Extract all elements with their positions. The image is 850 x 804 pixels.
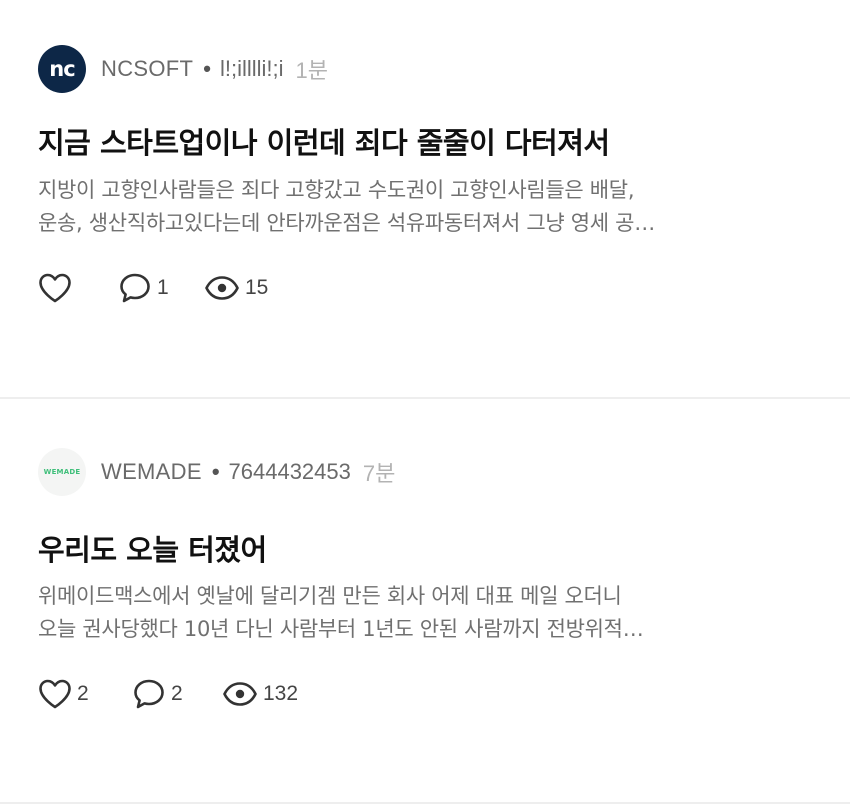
post-preview-line: 운송, 생산직하고있다는데 안타까운점은 석유파동터져서 그냥 영세 공… [38, 211, 655, 235]
post-title[interactable]: 지금 스타트업이나 이런데 죄다 줄줄이 다터져서 [38, 123, 812, 163]
post-card[interactable]: WEMADE WEMADE • 7644432453 7분 우리도 오늘 터졌어… [0, 448, 850, 804]
comment-button[interactable]: 1 [118, 272, 204, 304]
view-count: 132 [263, 682, 299, 705]
view-count-indicator: 15 [204, 275, 268, 301]
eye-icon [223, 682, 257, 706]
company-name[interactable]: WEMADE [101, 459, 202, 485]
eye-icon [205, 276, 239, 300]
post-preview[interactable]: 지방이 고향인사람들은 죄다 고향갔고 수도권이 고향인사림들은 배달, 운송,… [38, 174, 818, 240]
speech-bubble-icon [134, 679, 164, 709]
author-name[interactable]: l!;illlli!;i [220, 56, 284, 82]
post-meta: NCSOFT • l!;illlli!;i 1분 [101, 53, 328, 85]
post-title[interactable]: 우리도 오늘 터졌어 [38, 530, 812, 570]
post-preview-line: 오늘 권사당했다 10년 다닌 사람부터 1년도 안된 사람까지 전방위적… [38, 617, 644, 641]
company-name[interactable]: NCSOFT [101, 56, 193, 82]
speech-bubble-icon [120, 273, 150, 303]
wemade-logo-icon: WEMADE [43, 467, 81, 476]
post-preview[interactable]: 위메이드맥스에서 옛날에 달리기겜 만든 회사 어제 대표 메일 오더니 오늘 … [38, 580, 818, 646]
post-preview-line: 지방이 고향인사람들은 죄다 고향갔고 수도권이 고향인사림들은 배달, [38, 178, 635, 202]
heart-outline-icon [39, 679, 71, 709]
heart-outline-icon [39, 273, 71, 303]
like-button[interactable]: 2 [38, 679, 132, 709]
post-meta: WEMADE • 7644432453 7분 [101, 456, 395, 488]
post-time: 7분 [362, 461, 396, 486]
post-actions: 1 15 [38, 270, 812, 306]
comment-button[interactable]: 2 [132, 678, 222, 710]
author-name[interactable]: 7644432453 [229, 459, 351, 485]
post-header: nc NCSOFT • l!;illlli!;i 1분 [38, 45, 812, 93]
post-time: 1분 [295, 58, 328, 83]
like-count: 2 [77, 682, 89, 705]
meta-separator: • [203, 56, 211, 81]
post-header: WEMADE WEMADE • 7644432453 7분 [38, 448, 812, 496]
post-feed: nc NCSOFT • l!;illlli!;i 1분 지금 스타트업이나 이런… [0, 45, 850, 804]
view-count: 15 [245, 276, 269, 299]
company-avatar[interactable]: nc [38, 45, 86, 93]
company-avatar[interactable]: WEMADE [38, 448, 86, 496]
view-count-indicator: 132 [222, 681, 298, 707]
ncsoft-logo-icon: nc [49, 56, 75, 81]
meta-separator: • [211, 459, 220, 484]
post-card[interactable]: nc NCSOFT • l!;illlli!;i 1분 지금 스타트업이나 이런… [0, 45, 850, 399]
comment-count: 1 [157, 276, 169, 299]
post-actions: 2 2 132 [38, 676, 812, 712]
comment-count: 2 [171, 682, 183, 705]
post-preview-line: 위메이드맥스에서 옛날에 달리기겜 만든 회사 어제 대표 메일 오더니 [38, 584, 622, 608]
like-button[interactable] [38, 273, 118, 303]
